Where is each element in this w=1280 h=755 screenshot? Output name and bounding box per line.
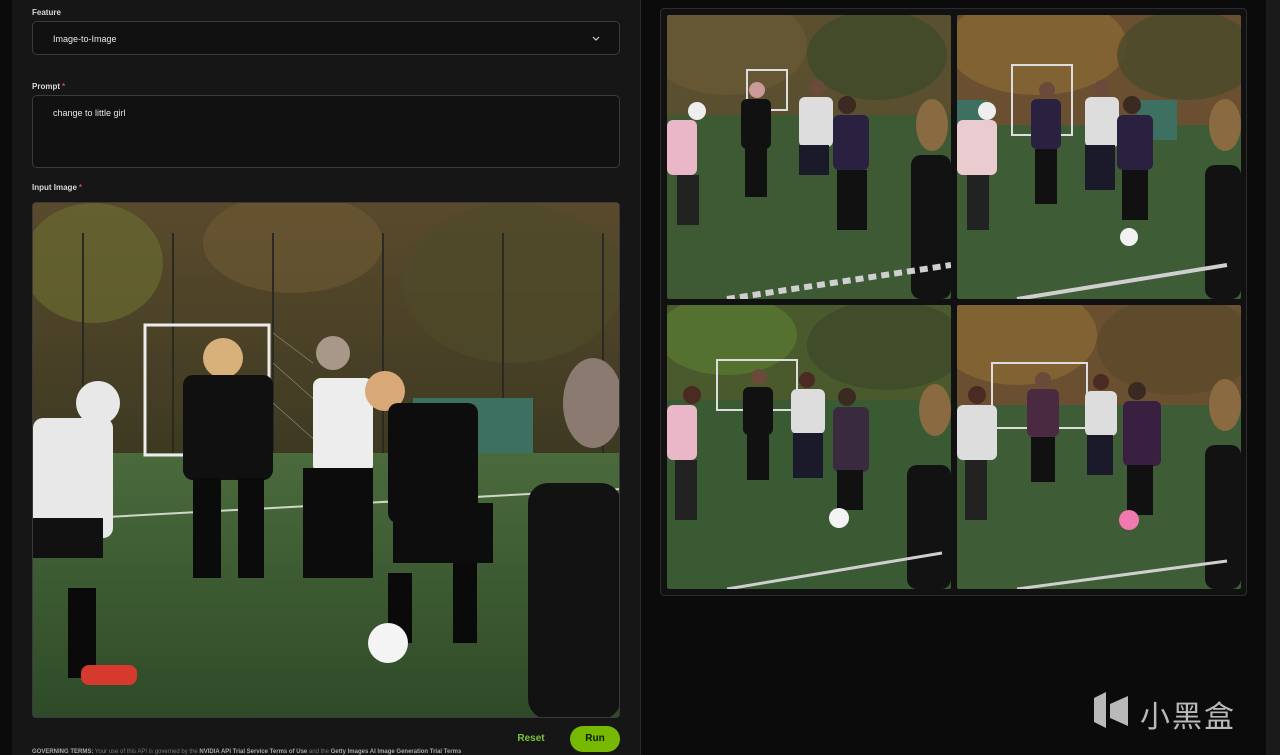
input-image-label: Input Image * xyxy=(32,183,83,192)
reset-button[interactable]: Reset xyxy=(506,728,556,750)
run-button[interactable]: Run xyxy=(570,726,620,752)
feature-select-value: Image-to-Image xyxy=(53,34,117,44)
output-image-2[interactable] xyxy=(957,15,1241,299)
generated-image-1 xyxy=(667,15,951,299)
output-panel xyxy=(660,8,1247,596)
chevron-down-icon xyxy=(592,36,600,41)
watermark-logo-icon xyxy=(1094,692,1128,728)
terms-link-getty[interactable]: Getty Images AI Image Generation Trial T… xyxy=(331,749,462,755)
output-image-1[interactable] xyxy=(667,15,951,299)
panel-divider xyxy=(640,0,641,755)
output-image-4[interactable] xyxy=(957,305,1241,589)
feature-select[interactable]: Image-to-Image xyxy=(32,21,620,55)
site-watermark: 小黑盒 xyxy=(1088,686,1248,736)
generated-image-3 xyxy=(667,305,951,589)
prompt-text: change to little girl xyxy=(53,108,126,118)
prompt-label: Prompt * xyxy=(32,82,66,91)
prompt-textarea[interactable]: change to little girl xyxy=(32,95,620,168)
terms-link-nvidia[interactable]: NVIDIA API Trial Service Terms of Use xyxy=(199,749,307,755)
input-photo-women-soccer xyxy=(33,203,619,717)
scrollbar-track[interactable] xyxy=(1266,0,1280,755)
governing-terms: GOVERNING TERMS: Your use of this API is… xyxy=(32,749,462,755)
watermark-text: 小黑盒 xyxy=(1140,701,1236,734)
output-image-3[interactable] xyxy=(667,305,951,589)
feature-label: Feature xyxy=(32,8,61,17)
generated-image-4 xyxy=(957,305,1241,589)
input-image-dropzone[interactable] xyxy=(32,202,620,718)
generated-image-2 xyxy=(957,15,1241,299)
